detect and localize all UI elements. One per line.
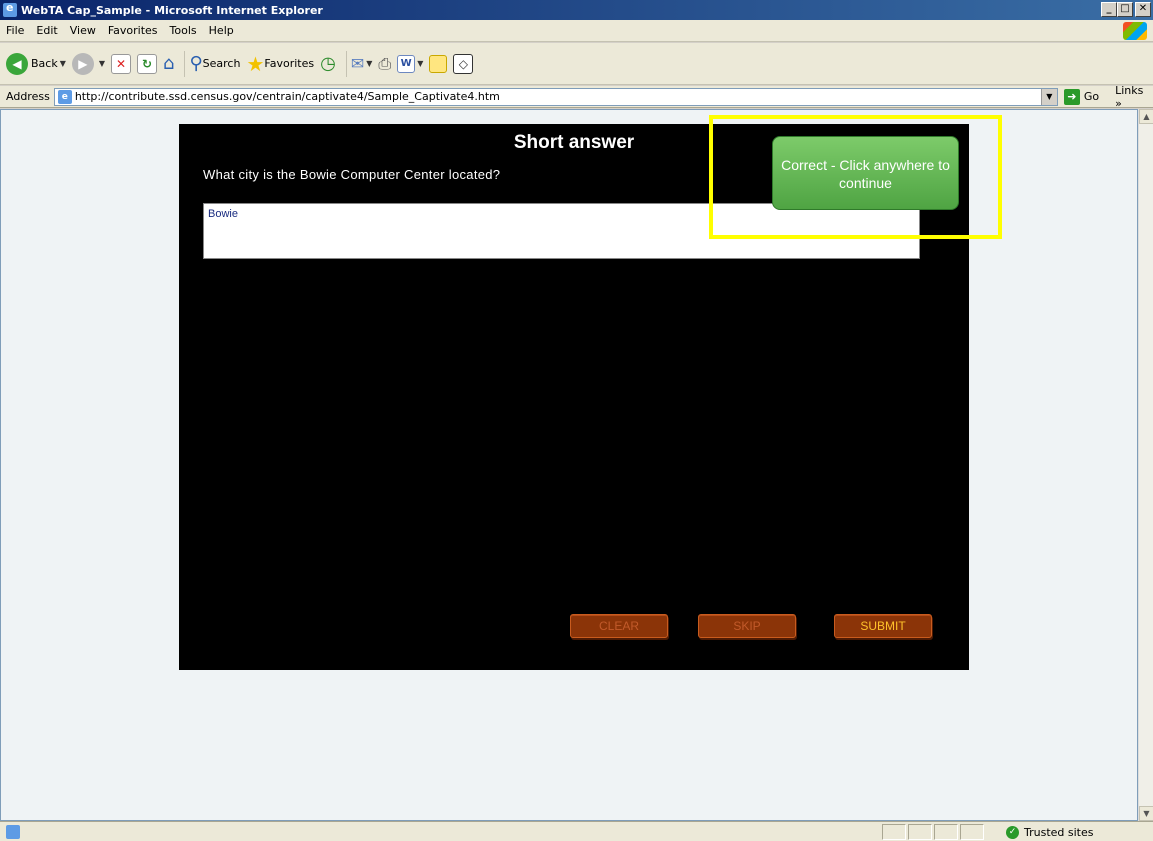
search-button[interactable]: ⚲ Search (189, 53, 240, 74)
address-bar: Address e http://contribute.ssd.census.g… (0, 84, 1153, 110)
menu-help[interactable]: Help (209, 24, 234, 37)
go-label: Go (1083, 90, 1100, 103)
skip-button[interactable]: SKIP (698, 614, 796, 638)
edit-dropdown-icon[interactable]: ▼ (417, 59, 423, 68)
refresh-button[interactable]: ↻ (137, 53, 158, 74)
window-controls: _ □ ✕ (1101, 2, 1151, 17)
favorites-star-icon: ★ (246, 51, 265, 76)
security-zone[interactable]: ✓ Trusted sites (1006, 824, 1153, 840)
mail-icon: ✉ (350, 54, 365, 73)
printer-icon: ⎙ (378, 53, 392, 73)
status-bar: ✓ Trusted sites (0, 821, 1153, 841)
address-input[interactable]: e http://contribute.ssd.census.gov/centr… (53, 87, 1058, 106)
search-label: Search (202, 57, 241, 70)
scroll-down-icon[interactable]: ▼ (1139, 806, 1153, 821)
refresh-icon: ↻ (137, 53, 158, 74)
feedback-highlight-box (709, 115, 1002, 239)
forward-dropdown-icon[interactable]: ▼ (99, 59, 105, 68)
word-icon: W (397, 54, 416, 73)
status-panel (908, 824, 932, 840)
favorites-label: Favorites (264, 57, 315, 70)
mail-button[interactable]: ✉ ▼ (351, 54, 373, 73)
note-icon (429, 54, 448, 73)
go-arrow-icon: ➜ (1063, 88, 1080, 105)
links-button[interactable]: Links » (1115, 84, 1153, 110)
status-panel (882, 824, 906, 840)
messenger-icon: ◇ (453, 53, 474, 74)
stop-icon: ✕ (111, 53, 132, 74)
toolbar-separator (345, 50, 347, 77)
status-panel (960, 824, 984, 840)
mail-dropdown-icon[interactable]: ▼ (366, 59, 372, 68)
toolbar-separator (184, 50, 186, 77)
home-icon: ⌂ (163, 53, 175, 74)
window-title: WebTA Cap_Sample - Microsoft Internet Ex… (21, 3, 323, 17)
menu-view[interactable]: View (70, 24, 96, 37)
scroll-up-icon[interactable]: ▲ (1139, 109, 1153, 124)
vertical-scrollbar[interactable]: ▲ ▼ (1138, 109, 1153, 821)
print-button[interactable]: ⎙ (378, 54, 391, 74)
toolbar: ◀ Back ▼ ▶ ▼ ✕ ↻ ⌂ ⚲ Search ★ Favorites … (0, 43, 1153, 85)
back-arrow-icon: ◀ (6, 52, 28, 75)
notes-button[interactable] (429, 54, 448, 73)
address-dropdown-icon[interactable]: ▼ (1040, 88, 1057, 105)
edit-button[interactable]: W ▼ (397, 54, 423, 73)
history-button[interactable]: ◷ (320, 53, 336, 74)
history-icon: ◷ (320, 53, 336, 74)
minimize-button[interactable]: _ (1101, 2, 1117, 17)
page-icon: e (57, 89, 72, 104)
maximize-button[interactable]: □ (1117, 2, 1133, 17)
menu-tools[interactable]: Tools (170, 24, 197, 37)
go-button[interactable]: ➜ Go (1063, 88, 1100, 105)
forward-arrow-icon: ▶ (71, 52, 94, 75)
checkmark-icon: ✓ (1006, 825, 1019, 839)
ie-icon (3, 1, 17, 17)
address-label: Address (6, 90, 50, 103)
address-url: http://contribute.ssd.census.gov/centrai… (74, 90, 500, 103)
quiz-question: What city is the Bowie Computer Center l… (203, 167, 501, 182)
stop-button[interactable]: ✕ (111, 53, 132, 74)
clear-button[interactable]: CLEAR (570, 614, 668, 638)
menu-file[interactable]: File (6, 24, 24, 37)
close-button[interactable]: ✕ (1135, 2, 1151, 17)
favorites-button[interactable]: ★ Favorites (246, 52, 314, 76)
menu-edit[interactable]: Edit (36, 24, 57, 37)
forward-button[interactable]: ▶ ▼ (71, 52, 105, 75)
back-dropdown-icon[interactable]: ▼ (60, 59, 66, 68)
menu-bar: File Edit View Favorites Tools Help (0, 20, 1153, 42)
search-icon: ⚲ (189, 53, 203, 74)
status-page-icon (6, 824, 20, 839)
status-panels (882, 824, 986, 840)
messenger-button[interactable]: ◇ (453, 53, 474, 74)
back-button[interactable]: ◀ Back ▼ (6, 52, 66, 75)
zone-label: Trusted sites (1024, 825, 1094, 839)
title-bar: WebTA Cap_Sample - Microsoft Internet Ex… (0, 0, 1153, 20)
submit-button[interactable]: SUBMIT (834, 614, 932, 638)
windows-logo-icon (1123, 22, 1147, 40)
status-panel (934, 824, 958, 840)
menu-favorites[interactable]: Favorites (108, 24, 158, 37)
back-label: Back (31, 57, 58, 70)
home-button[interactable]: ⌂ (163, 53, 174, 74)
